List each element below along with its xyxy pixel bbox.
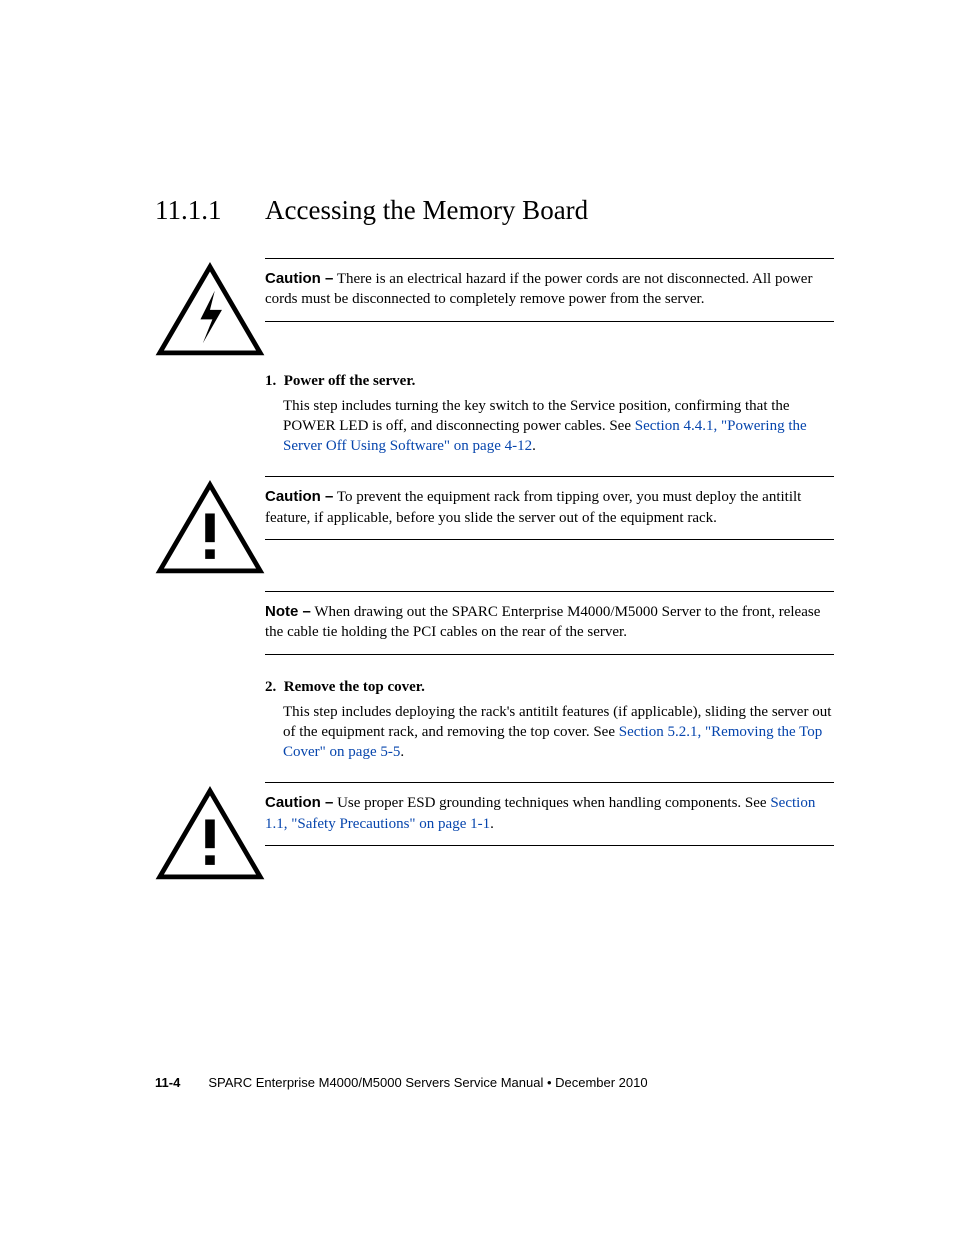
note-text: When drawing out the SPARC Enterprise M4… (265, 604, 820, 640)
caution-block-2: Caution – To prevent the equipment rack … (155, 476, 834, 581)
caution-label: Caution – (265, 488, 333, 505)
note-block: Note – When drawing out the SPARC Enterp… (265, 591, 834, 655)
step-1-text: This step includes turning the key switc… (283, 396, 834, 457)
page-footer: 11-4 SPARC Enterprise M4000/M5000 Servers… (155, 1075, 648, 1090)
caution-label: Caution – (265, 270, 333, 287)
caution-callout-1: Caution – There is an electrical hazard … (265, 258, 834, 322)
step-1: 1. Power off the server. This step inclu… (265, 373, 834, 457)
step-2: 2. Remove the top cover. This step inclu… (265, 679, 834, 763)
electrical-hazard-icon (155, 258, 265, 363)
footer-text: SPARC Enterprise M4000/M5000 Servers Ser… (208, 1075, 647, 1090)
section-number: 11.1.1 (155, 195, 265, 226)
note-callout: Note – When drawing out the SPARC Enterp… (265, 591, 834, 655)
caution-block-1: Caution – There is an electrical hazard … (155, 258, 834, 363)
caution-callout-3: Caution – Use proper ESD grounding techn… (265, 782, 834, 846)
caution-text: To prevent the equipment rack from tippi… (265, 489, 801, 525)
caution-label: Caution – (265, 794, 333, 811)
caution-icon (155, 476, 265, 581)
caution-text: There is an electrical hazard if the pow… (265, 271, 812, 307)
page-number: 11-4 (155, 1075, 180, 1090)
step-2-text: This step includes deploying the rack's … (283, 702, 834, 763)
page-content: 11.1.1 Accessing the Memory Board Cautio… (0, 0, 954, 887)
caution-callout-2: Caution – To prevent the equipment rack … (265, 476, 834, 540)
section-title: Accessing the Memory Board (265, 195, 588, 226)
step-1-heading: 1. Power off the server. (265, 373, 834, 390)
step-2-heading: 2. Remove the top cover. (265, 679, 834, 696)
note-label: Note – (265, 603, 311, 620)
caution-icon (155, 782, 265, 887)
caution-text: Use proper ESD grounding techniques when… (333, 795, 770, 811)
section-heading: 11.1.1 Accessing the Memory Board (155, 195, 834, 226)
caution-block-3: Caution – Use proper ESD grounding techn… (155, 782, 834, 887)
